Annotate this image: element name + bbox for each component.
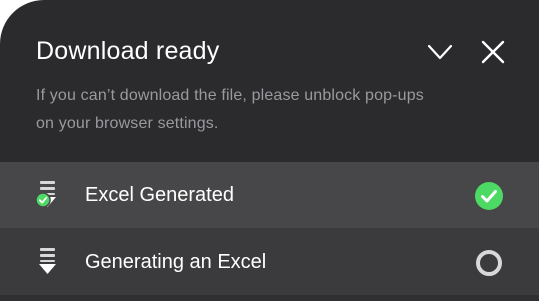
download-icon bbox=[36, 247, 62, 277]
spinner-ring-icon bbox=[473, 247, 505, 279]
subtitle-line-1: If you can’t download the file, please u… bbox=[36, 87, 424, 104]
subtitle-line-2: on your browser settings. bbox=[36, 115, 219, 132]
download-complete-icon bbox=[35, 180, 62, 210]
chevron-down-icon bbox=[427, 44, 453, 60]
download-item-label: Generating an Excel bbox=[85, 251, 267, 273]
panel-header: Download ready bbox=[36, 34, 506, 70]
download-item-label: Excel Generated bbox=[85, 184, 234, 206]
close-icon bbox=[481, 40, 505, 64]
collapse-button[interactable] bbox=[426, 38, 454, 66]
close-button[interactable] bbox=[479, 38, 507, 66]
panel-bottom-edge bbox=[0, 295, 539, 301]
download-list: Excel Generated Generating an Excel bbox=[0, 162, 539, 301]
download-item[interactable]: Excel Generated bbox=[0, 162, 539, 228]
panel-title: Download ready bbox=[36, 37, 220, 65]
download-panel: Download ready If you can’t download the… bbox=[0, 0, 539, 301]
check-circle-icon bbox=[473, 180, 505, 212]
panel-subtitle: If you can’t download the file, please u… bbox=[36, 82, 516, 138]
download-item[interactable]: Generating an Excel bbox=[0, 229, 539, 295]
